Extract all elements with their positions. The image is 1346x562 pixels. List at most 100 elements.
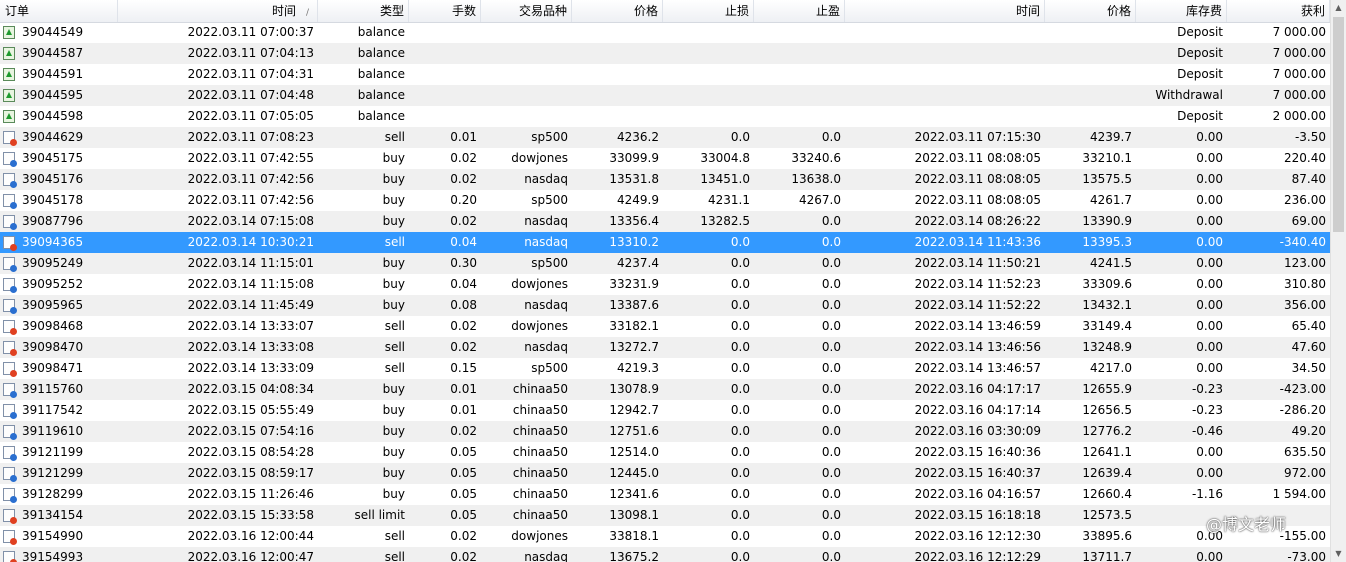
cell-symbol: nasdaq <box>524 298 568 312</box>
table-row[interactable]: 39128299 2022.03.15 11:26:46 buy 0.05 chinaa… <box>0 484 1330 505</box>
cell-profit: 310.80 <box>1284 277 1326 291</box>
cell-close-time: 2022.03.14 13:46:56 <box>914 340 1041 354</box>
table-row[interactable]: 39098468 2022.03.14 13:33:07 sell 0.02 dowjo… <box>0 316 1330 337</box>
cell-take-profit: 0.0 <box>821 403 841 417</box>
scroll-up-arrow-icon[interactable]: ▲ <box>1331 0 1346 16</box>
cell-symbol: dowjones <box>511 529 568 543</box>
header-take-profit[interactable]: 止盈 <box>754 0 845 22</box>
cell-open-time: 2022.03.15 08:54:28 <box>187 445 314 459</box>
table-row[interactable]: 39119610 2022.03.15 07:54:16 buy 0.02 chinaa… <box>0 421 1330 442</box>
cell-take-profit: 0.0 <box>821 214 841 228</box>
cell-take-profit: 0.0 <box>821 382 841 396</box>
cell-close-price: 12776.2 <box>1082 424 1132 438</box>
header-close-price[interactable]: 价格 <box>1045 0 1136 22</box>
cell-price <box>572 85 663 106</box>
cell-symbol: sp500 <box>531 361 568 375</box>
cell-size: 0.05 <box>450 508 477 522</box>
cell-price: 13356.4 <box>609 214 659 228</box>
cell-order: 39121299 <box>0 463 118 484</box>
cell-close-price: 33309.6 <box>1082 277 1132 291</box>
header-price[interactable]: 价格 <box>572 0 663 22</box>
table-row[interactable]: 39094365 2022.03.14 10:30:21 sell 0.04 nasda… <box>0 232 1330 253</box>
table-row[interactable]: 39121199 2022.03.15 08:54:28 buy 0.05 chinaa… <box>0 442 1330 463</box>
buy-order-icon <box>3 215 17 230</box>
header-order[interactable]: 订单 <box>0 0 118 22</box>
cell-symbol: sp500 <box>531 256 568 270</box>
cell-size: 0.02 <box>450 529 477 543</box>
order-number: 39044598 <box>22 109 84 123</box>
table-row[interactable]: 39095252 2022.03.14 11:15:08 buy 0.04 dowjon… <box>0 274 1330 295</box>
table-row[interactable]: 39095965 2022.03.14 11:45:49 buy 0.08 nasdaq… <box>0 295 1330 316</box>
cell-type: buy <box>382 445 405 459</box>
table-row[interactable]: 39045176 2022.03.11 07:42:56 buy 0.02 nasdaq… <box>0 169 1330 190</box>
cell-profit: 87.40 <box>1291 172 1326 186</box>
table-row[interactable]: 39117542 2022.03.15 05:55:49 buy 0.01 chinaa… <box>0 400 1330 421</box>
cell-take-profit <box>754 64 845 85</box>
cell-close-time <box>845 85 1045 106</box>
cell-symbol: chinaa50 <box>512 382 568 396</box>
table-row[interactable]: 39045175 2022.03.11 07:42:55 buy 0.02 dowjon… <box>0 148 1330 169</box>
cell-close-time <box>845 64 1045 85</box>
table-row[interactable]: 39098471 2022.03.14 13:33:09 sell 0.15 sp500… <box>0 358 1330 379</box>
table-row[interactable]: 39134154 2022.03.15 15:33:58 sell limit 0.0… <box>0 505 1330 526</box>
cell-order: 39044595 <box>0 85 118 106</box>
cell-order: 39134154 <box>0 505 118 526</box>
cell-open-time: 2022.03.15 04:08:34 <box>187 382 314 396</box>
scrollbar-thumb[interactable] <box>1333 17 1344 232</box>
cell-order: 39115760 <box>0 379 118 400</box>
cell-close-price: 13390.9 <box>1082 214 1132 228</box>
table-row[interactable]: 39044587 2022.03.11 07:04:13 balance Deposi… <box>0 43 1330 64</box>
table-row[interactable]: 39044595 2022.03.11 07:04:48 balance Withdr… <box>0 85 1330 106</box>
table-row[interactable]: 39098470 2022.03.14 13:33:08 sell 0.02 nasda… <box>0 337 1330 358</box>
buy-order-icon <box>3 467 17 482</box>
cell-close-time: 2022.03.14 13:46:57 <box>914 361 1041 375</box>
table-row[interactable]: 39044591 2022.03.11 07:04:31 balance Deposi… <box>0 64 1330 85</box>
table-row[interactable]: 39095249 2022.03.14 11:15:01 buy 0.30 sp500 4… <box>0 253 1330 274</box>
cell-size: 0.04 <box>450 277 477 291</box>
cell-order: 39044587 <box>0 43 118 64</box>
table-row[interactable]: 39044549 2022.03.11 07:00:37 balance Deposi… <box>0 22 1330 43</box>
table-row[interactable]: 39154993 2022.03.16 12:00:47 sell 0.02 nasda… <box>0 547 1330 562</box>
cell-profit: 34.50 <box>1291 361 1326 375</box>
cell-price <box>572 22 663 43</box>
order-number: 39044587 <box>22 46 84 60</box>
cell-take-profit: 0.0 <box>821 340 841 354</box>
cell-take-profit: 0.0 <box>821 235 841 249</box>
vertical-scrollbar[interactable]: ▲ ▼ <box>1330 0 1346 562</box>
header-size[interactable]: 手数 <box>409 0 481 22</box>
header-open-time[interactable]: 时间 / <box>118 0 318 22</box>
order-number: 39095252 <box>22 277 84 291</box>
order-number: 39154993 <box>22 550 84 562</box>
cell-size: 0.05 <box>450 466 477 480</box>
cell-close-time <box>845 22 1045 43</box>
cell-size: 0.02 <box>450 319 477 333</box>
table-row[interactable]: 39087796 2022.03.14 07:15:08 buy 0.02 nasdaq… <box>0 211 1330 232</box>
cell-stop-loss: 0.0 <box>730 508 750 522</box>
scroll-down-arrow-icon[interactable]: ▼ <box>1331 546 1346 562</box>
cell-type: buy <box>382 403 405 417</box>
cell-take-profit: 0.0 <box>821 550 841 562</box>
table-row[interactable]: 39121299 2022.03.15 08:59:17 buy 0.05 chinaa… <box>0 463 1330 484</box>
table-row[interactable]: 39044629 2022.03.11 07:08:23 sell 0.01 sp500… <box>0 127 1330 148</box>
cell-stop-loss <box>663 43 754 64</box>
table-row[interactable]: 39045178 2022.03.11 07:42:56 buy 0.20 sp500 4… <box>0 190 1330 211</box>
header-profit[interactable]: 获利 <box>1227 0 1330 22</box>
header-close-time[interactable]: 时间 <box>845 0 1045 22</box>
cell-symbol: dowjones <box>511 319 568 333</box>
header-stop-loss[interactable]: 止损 <box>663 0 754 22</box>
header-swap[interactable]: 库存费 <box>1136 0 1227 22</box>
cell-symbol <box>481 22 572 43</box>
cell-size: 0.02 <box>450 424 477 438</box>
sell-order-icon <box>3 362 17 377</box>
cell-close-time <box>845 106 1045 127</box>
table-row[interactable]: 39115760 2022.03.15 04:08:34 buy 0.01 chinaa… <box>0 379 1330 400</box>
header-symbol[interactable]: 交易品种 <box>481 0 572 22</box>
cell-stop-loss: 0.0 <box>730 277 750 291</box>
cell-swap: 0.00 <box>1196 340 1223 354</box>
header-type[interactable]: 类型 <box>318 0 409 22</box>
cell-type: sell <box>384 235 405 249</box>
table-row[interactable]: 39044598 2022.03.11 07:05:05 balance Deposi… <box>0 106 1330 127</box>
cell-profit: -340.40 <box>1279 235 1326 249</box>
cell-open-time: 2022.03.14 13:33:07 <box>187 319 314 333</box>
table-row[interactable]: 39154990 2022.03.16 12:00:44 sell 0.02 dowjo… <box>0 526 1330 547</box>
